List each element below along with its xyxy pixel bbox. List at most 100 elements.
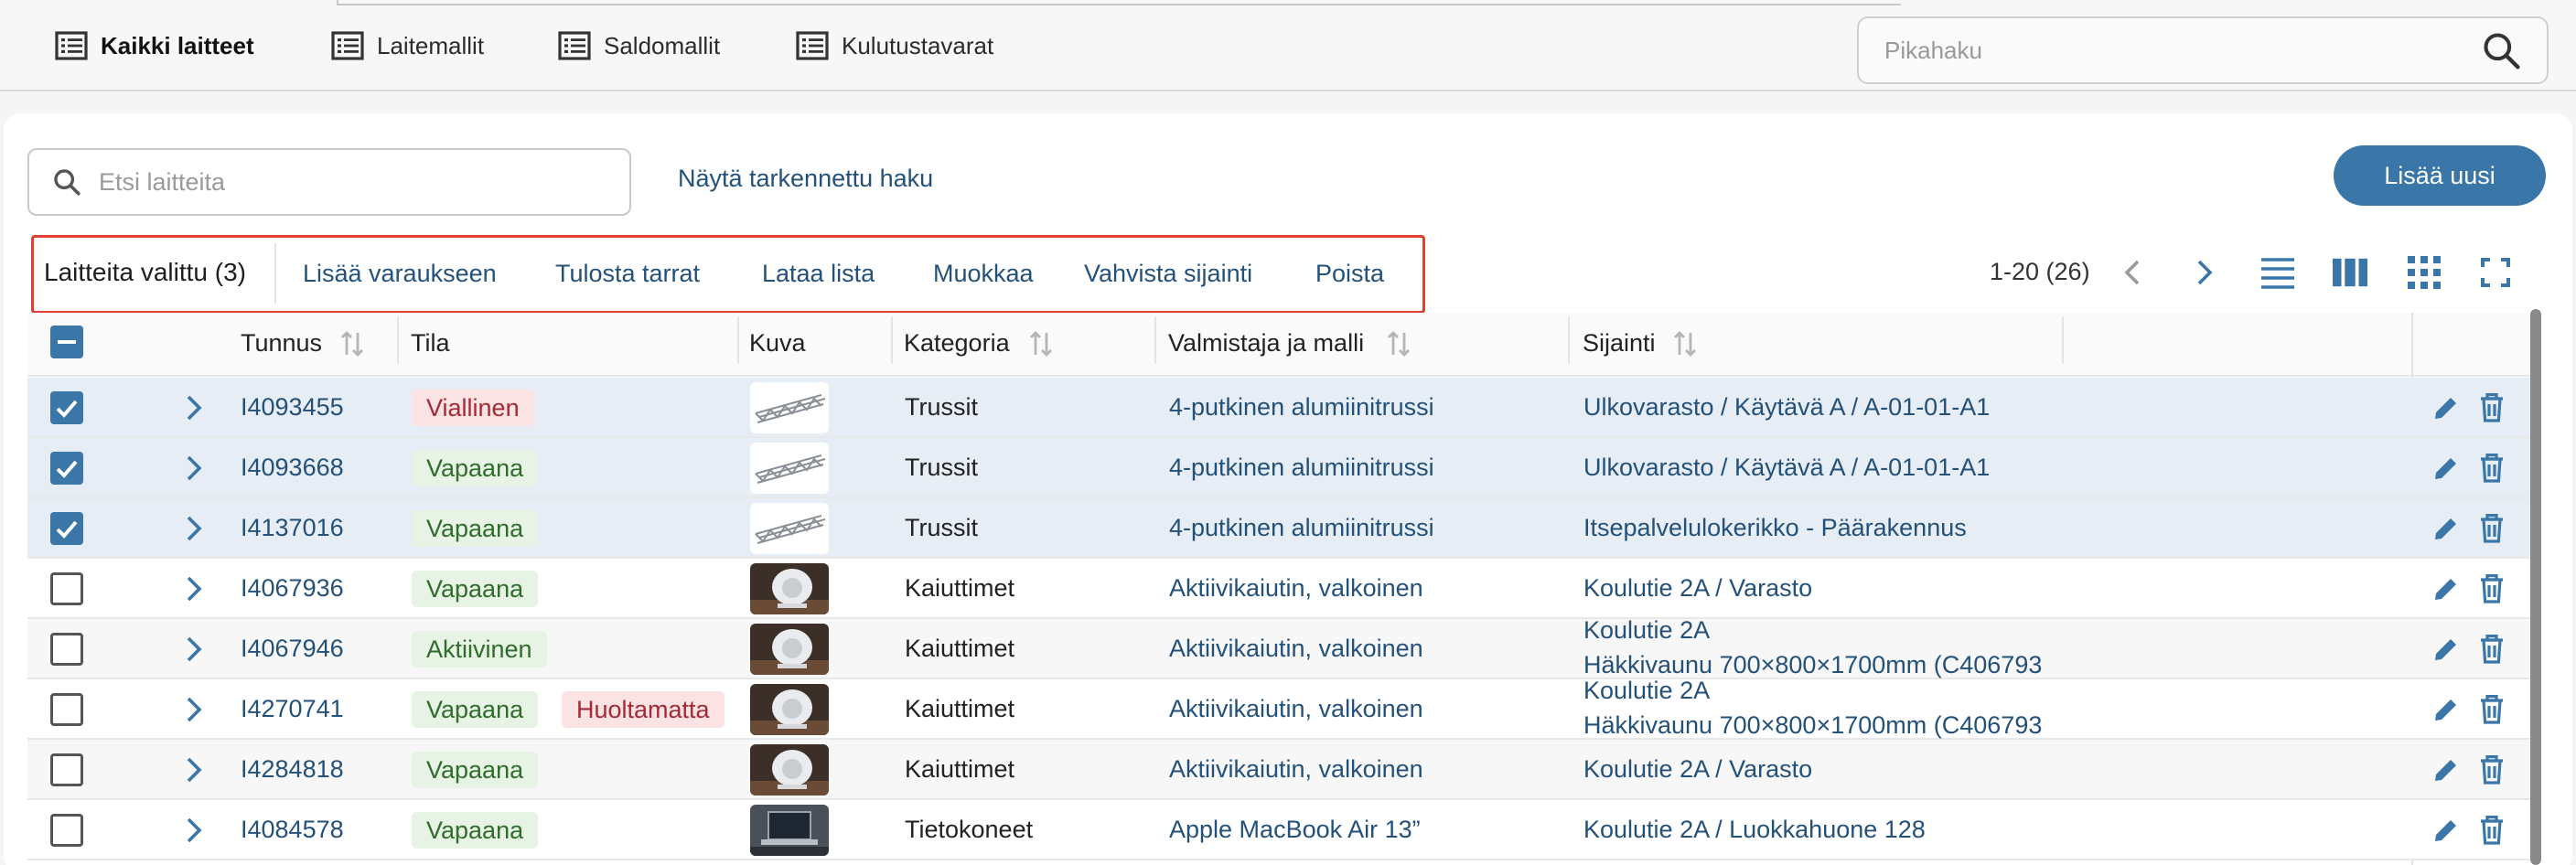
column-header-0[interactable]: Tunnus (241, 329, 322, 358)
chevron-left-icon[interactable] (2120, 258, 2144, 287)
columns-view-icon[interactable] (2333, 256, 2367, 289)
device-thumbnail[interactable] (750, 503, 829, 554)
chevron-right-icon[interactable] (183, 695, 205, 724)
device-search-input[interactable] (99, 167, 607, 197)
row-checkbox[interactable] (50, 512, 83, 545)
trash-icon[interactable] (2479, 454, 2505, 483)
device-thumbnail[interactable] (750, 624, 829, 675)
trash-icon[interactable] (2479, 816, 2505, 845)
row-checkbox[interactable] (50, 572, 83, 605)
device-thumbnail[interactable] (750, 744, 829, 796)
quick-search-input[interactable] (1884, 36, 2481, 65)
device-id[interactable]: I4093668 (241, 454, 344, 482)
edit-icon[interactable] (2431, 695, 2461, 724)
model-link[interactable]: Aktiivikaiutin, valkoinen (1169, 574, 1423, 603)
location-link[interactable]: Ulkovarasto / Käytävä A / A-01-01-A1 (1583, 454, 1990, 482)
location-link[interactable]: Koulutie 2A (1583, 616, 1710, 645)
trash-icon[interactable] (2479, 574, 2505, 603)
chevron-right-icon[interactable] (183, 393, 205, 422)
chevron-right-icon[interactable] (183, 514, 205, 543)
scrollbar[interactable] (2530, 309, 2541, 865)
chevron-right-icon[interactable] (183, 635, 205, 664)
grid-view-icon[interactable] (2408, 256, 2441, 289)
nav-tab-0[interactable]: Kaikki laitteet (55, 27, 254, 64)
chevron-right-icon[interactable] (2193, 258, 2216, 287)
device-thumbnail[interactable] (750, 382, 829, 433)
bulk-action-2[interactable]: Lataa lista (762, 260, 875, 288)
row-checkbox[interactable] (50, 814, 83, 847)
sort-icon[interactable] (1673, 329, 1697, 358)
nav-tab-2[interactable]: Saldomallit (558, 27, 720, 64)
edit-icon[interactable] (2431, 635, 2461, 664)
advanced-search-link[interactable]: Näytä tarkennettu haku (678, 165, 933, 193)
model-link[interactable]: 4-putkinen alumiinitrussi (1169, 454, 1434, 482)
bulk-action-1[interactable]: Tulosta tarrat (555, 260, 700, 288)
model-link[interactable]: Aktiivikaiutin, valkoinen (1169, 695, 1423, 723)
model-link[interactable]: Aktiivikaiutin, valkoinen (1169, 755, 1423, 784)
device-thumbnail[interactable] (750, 563, 829, 614)
fullscreen-icon[interactable] (2481, 258, 2510, 287)
column-header-1[interactable]: Tila (411, 329, 450, 358)
row-checkbox[interactable] (50, 753, 83, 786)
chevron-right-icon[interactable] (183, 454, 205, 483)
chevron-right-icon[interactable] (183, 574, 205, 603)
sort-icon[interactable] (1029, 329, 1053, 358)
device-thumbnail[interactable] (750, 443, 829, 494)
bulk-action-3[interactable]: Muokkaa (933, 260, 1034, 288)
location-link[interactable]: Koulutie 2A / Varasto (1583, 574, 1812, 603)
row-checkbox[interactable] (50, 633, 83, 666)
row-checkbox[interactable] (50, 391, 83, 424)
edit-icon[interactable] (2431, 574, 2461, 603)
device-id[interactable]: I4093455 (241, 393, 344, 422)
row-checkbox[interactable] (50, 452, 83, 485)
device-id[interactable]: I4137016 (241, 514, 344, 542)
device-id[interactable]: I4067946 (241, 635, 344, 663)
device-search[interactable] (27, 148, 631, 216)
trash-icon[interactable] (2479, 635, 2505, 664)
sort-icon[interactable] (340, 329, 364, 358)
location-link[interactable]: Koulutie 2A / Luokkahuone 128 (1583, 816, 1926, 844)
nav-tab-1[interactable]: Laitemallit (331, 27, 484, 64)
device-thumbnail[interactable] (750, 684, 829, 735)
trash-icon[interactable] (2479, 393, 2505, 422)
location-link[interactable]: Koulutie 2A (1583, 677, 1710, 705)
bulk-action-5[interactable]: Poista (1315, 260, 1384, 288)
column-header-4[interactable]: Valmistaja ja malli (1168, 329, 1364, 358)
model-link[interactable]: 4-putkinen alumiinitrussi (1169, 393, 1434, 422)
model-link[interactable]: 4-putkinen alumiinitrussi (1169, 514, 1434, 542)
column-header-3[interactable]: Kategoria (904, 329, 1010, 358)
model-link[interactable]: Apple MacBook Air 13” (1169, 816, 1421, 844)
trash-icon[interactable] (2479, 695, 2505, 724)
trash-icon[interactable] (2479, 514, 2505, 543)
location-detail[interactable]: Häkkivaunu 700×800×1700mm (C406793 (1583, 651, 2042, 679)
edit-icon[interactable] (2431, 393, 2461, 422)
device-id[interactable]: I4284818 (241, 755, 344, 784)
bulk-action-0[interactable]: Lisää varaukseen (303, 260, 497, 288)
search-icon[interactable] (2481, 30, 2521, 70)
device-id[interactable]: I4067936 (241, 574, 344, 603)
device-thumbnail[interactable] (750, 805, 829, 856)
location-link[interactable]: Itsepalvelulokerikko - Päärakennus (1583, 514, 1967, 542)
column-header-2[interactable]: Kuva (749, 329, 806, 358)
location-link[interactable]: Ulkovarasto / Käytävä A / A-01-01-A1 (1583, 393, 1990, 422)
device-id[interactable]: I4270741 (241, 695, 344, 723)
location-detail[interactable]: Häkkivaunu 700×800×1700mm (C406793 (1583, 711, 2042, 740)
quick-search[interactable] (1857, 16, 2549, 84)
bulk-action-4[interactable]: Vahvista sijainti (1084, 260, 1252, 288)
sort-icon[interactable] (1387, 329, 1411, 358)
device-id[interactable]: I4084578 (241, 816, 344, 844)
location-link[interactable]: Koulutie 2A / Varasto (1583, 755, 1812, 784)
chevron-right-icon[interactable] (183, 755, 205, 785)
edit-icon[interactable] (2431, 755, 2461, 785)
trash-icon[interactable] (2479, 755, 2505, 785)
edit-icon[interactable] (2431, 514, 2461, 543)
list-view-icon[interactable] (2259, 254, 2296, 291)
edit-icon[interactable] (2431, 816, 2461, 845)
add-new-button[interactable]: Lisää uusi (2334, 145, 2546, 206)
chevron-right-icon[interactable] (183, 816, 205, 845)
select-all-checkbox[interactable] (50, 326, 83, 358)
row-checkbox[interactable] (50, 693, 83, 726)
nav-tab-3[interactable]: Kulutustavarat (796, 27, 993, 64)
edit-icon[interactable] (2431, 454, 2461, 483)
column-header-5[interactable]: Sijainti (1583, 329, 1656, 358)
